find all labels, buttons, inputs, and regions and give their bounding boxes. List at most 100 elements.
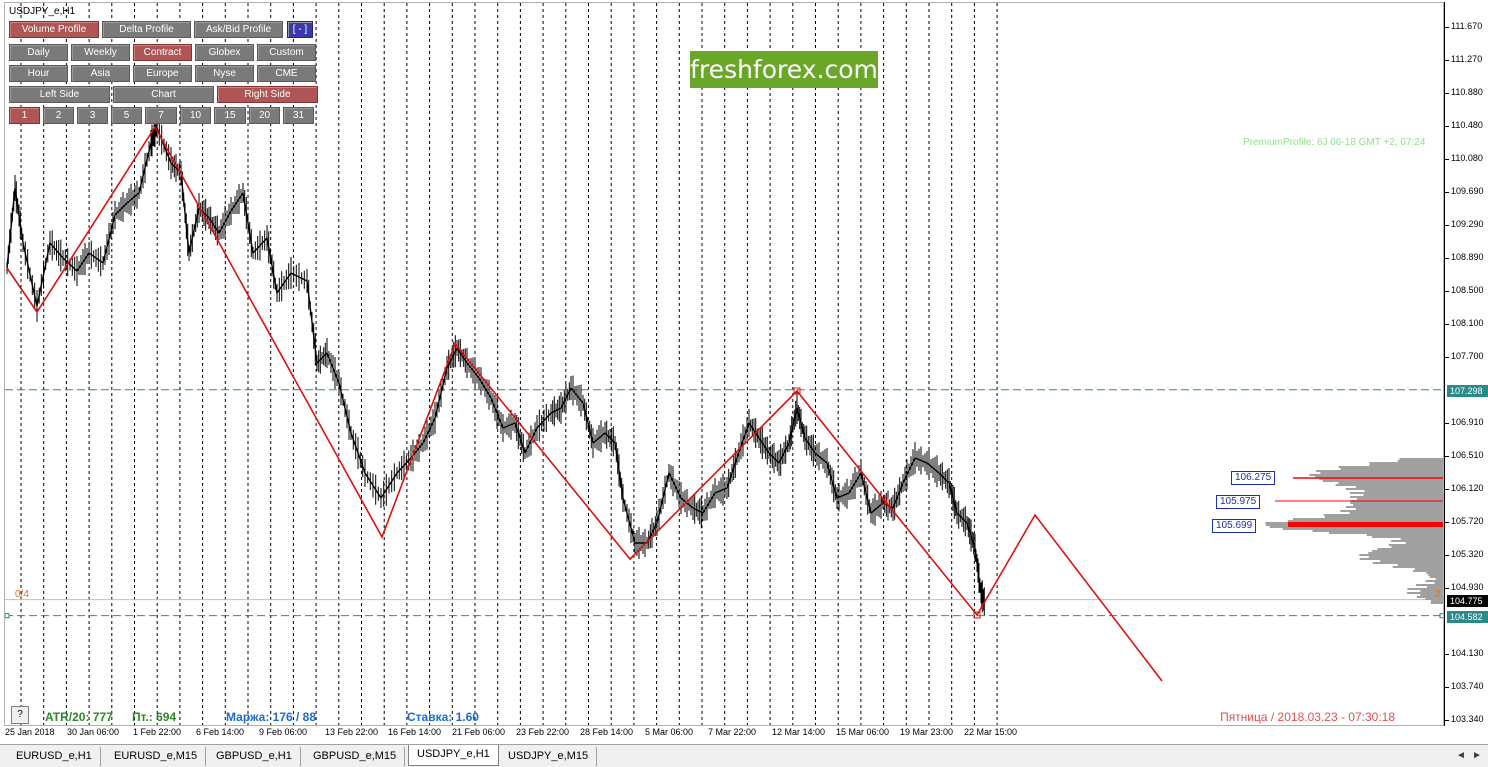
time-label: 12 Mar 14:00 — [772, 727, 826, 737]
atr-stat: ATR/20: 777 — [45, 710, 113, 724]
panel-button-right-side[interactable]: Right Side — [217, 86, 318, 103]
panel-button-hour[interactable]: Hour — [9, 65, 68, 82]
chart-tab[interactable]: GBPUSD_e,M15 — [305, 747, 406, 766]
symbol-title: USDJPY_e,H1 — [9, 6, 76, 17]
price-tick — [1445, 720, 1449, 721]
price-label: 108.500 — [1451, 284, 1484, 295]
time-label: 6 Feb 14:00 — [196, 727, 245, 737]
time-label: 19 Mar 23:00 — [900, 727, 954, 737]
price-label: 110.880 — [1451, 86, 1483, 97]
ratio-label-right: 2 — [1435, 589, 1441, 600]
panel-button-custom[interactable]: Custom — [257, 44, 316, 61]
price-label: 104.930 — [1451, 581, 1484, 592]
panel-button-3[interactable]: 3 — [77, 107, 108, 124]
time-label: 30 Jan 06:00 — [67, 727, 120, 737]
price-tick — [1445, 654, 1449, 656]
panel-button-1[interactable]: 1 — [9, 107, 40, 124]
panel-button-left-side[interactable]: Left Side — [9, 86, 110, 103]
panel-button-ask-bid-profile[interactable]: Ask/Bid Profile — [194, 21, 283, 38]
price-tick — [1445, 456, 1449, 458]
time-label: 9 Feb 06:00 — [259, 727, 308, 737]
price-label: 111.270 — [1451, 54, 1483, 65]
help-button[interactable]: ? — [11, 706, 29, 724]
price-tick — [1445, 258, 1449, 260]
price-tick — [1445, 191, 1449, 193]
panel-button-weekly[interactable]: Weekly — [71, 44, 130, 61]
price-tick — [1445, 290, 1449, 292]
chart-area[interactable]: USDJPY_e,H1 Volume Profile Delta Profile A… — [4, 2, 1444, 726]
profile-level-label: 106.275 — [1231, 471, 1276, 485]
panel-button-asia[interactable]: Asia — [71, 65, 130, 82]
price-label: 107.700 — [1451, 351, 1484, 362]
price-badge-level-low: 104.582 — [1447, 610, 1488, 623]
price-tick — [1445, 324, 1449, 325]
time-label: 28 Feb 14:00 — [580, 727, 634, 737]
chart-tab-bar: EURUSD_e,H1 EURUSD_e,M15 GBPUSD_e,H1 GBPUSD… — [0, 744, 1488, 767]
chart-tab[interactable]: USDJPY_e,M15 — [500, 747, 598, 766]
time-label: 13 Feb 22:00 — [325, 727, 379, 737]
panel-button-7[interactable]: 7 — [145, 107, 177, 124]
price-tick — [1445, 488, 1449, 490]
price-label: 109.290 — [1451, 219, 1484, 229]
price-bar-wicks — [6, 119, 985, 616]
chart-tab[interactable]: EURUSD_e,M15 — [106, 747, 207, 766]
panel-button-chart[interactable]: Chart — [113, 86, 214, 103]
price-tick — [1445, 225, 1449, 226]
panel-button-[interactable]: [ - ] — [287, 21, 313, 38]
panel-button-delta-profile[interactable]: Delta Profile — [102, 21, 191, 38]
time-label: 25 Jan 2018 — [5, 727, 55, 737]
panel-button-10[interactable]: 10 — [180, 107, 211, 124]
price-tick — [1445, 522, 1449, 523]
time-label: 23 Feb 22:00 — [516, 727, 570, 737]
time-label: 7 Mar 22:00 — [708, 727, 757, 737]
panel-button-31[interactable]: 31 — [283, 107, 314, 124]
volume-profile-histogram — [1265, 458, 1443, 604]
server-datetime: Пятница / 2018.03.23 - 07:30:18 — [1220, 710, 1395, 724]
price-label: 108.890 — [1451, 252, 1484, 263]
price-label: 106.510 — [1451, 450, 1484, 461]
panel-button-europe[interactable]: Europe — [133, 65, 192, 82]
panel-button-cme[interactable]: CME — [257, 65, 316, 82]
panel-button-contract[interactable]: Contract — [133, 44, 192, 61]
price-tick — [1445, 27, 1449, 28]
panel-button-nyse[interactable]: Nyse — [195, 65, 254, 82]
level-anchor-marker — [5, 613, 10, 619]
margin-stat: Маржа: 176 / 88 — [226, 710, 317, 724]
ratio-label-left: 0/4 — [15, 589, 29, 600]
chart-tab[interactable]: EURUSD_e,H1 — [8, 747, 101, 766]
price-tick — [1445, 686, 1449, 688]
panel-button-15[interactable]: 15 — [214, 107, 246, 124]
broker-logo: freshforex.com — [690, 51, 878, 88]
price-label: 111.670 — [1451, 21, 1483, 31]
panel-button-20[interactable]: 20 — [249, 107, 280, 124]
price-badge-level-high: 107.298 — [1447, 384, 1488, 397]
tab-scroll-right-icon[interactable]: ► — [1470, 749, 1484, 763]
poc-bar — [1288, 522, 1443, 527]
tab-scroll-left-icon[interactable]: ◄ — [1454, 749, 1468, 763]
chart-tab[interactable]: GBPUSD_e,H1 — [208, 747, 301, 766]
chart-tab[interactable]: USDJPY_e,H1 — [408, 745, 499, 766]
price-label: 110.080 — [1451, 153, 1483, 164]
time-label: 5 Mar 06:00 — [645, 727, 694, 737]
price-tick — [1445, 357, 1449, 359]
price-tick — [1445, 126, 1449, 127]
panel-button-daily[interactable]: Daily — [9, 44, 68, 61]
panel-button-globex[interactable]: Globex — [195, 44, 254, 61]
profile-level-label: 105.699 — [1212, 519, 1257, 533]
price-label: 105.720 — [1451, 516, 1484, 526]
points-stat: Пт.: 694 — [132, 710, 177, 724]
price-label: 105.320 — [1451, 549, 1484, 560]
time-label: 21 Feb 06:00 — [452, 727, 506, 737]
price-badge-current: 104.775 — [1447, 594, 1488, 607]
panel-button-2[interactable]: 2 — [43, 107, 74, 124]
panel-button-volume-profile[interactable]: Volume Profile — [9, 21, 99, 38]
time-axis[interactable]: 25 Jan 2018 30 Jan 06:00 1 Feb 22:00 6 Feb … — [0, 726, 1444, 742]
time-label: 16 Feb 14:00 — [388, 727, 442, 737]
profile-level-label: 105.975 — [1216, 495, 1261, 509]
premium-profile-label: PremiumProfile: 6J 06-18 GMT +2, 07:24 — [1243, 137, 1426, 148]
time-label: 22 Mar 15:00 — [964, 727, 1018, 737]
price-tick — [1445, 587, 1449, 589]
panel-button-5[interactable]: 5 — [111, 107, 142, 124]
price-label: 110.480 — [1451, 120, 1483, 130]
price-axis[interactable]: 111.670 111.270 110.880 110.480 110.080 109.6… — [1444, 2, 1488, 726]
